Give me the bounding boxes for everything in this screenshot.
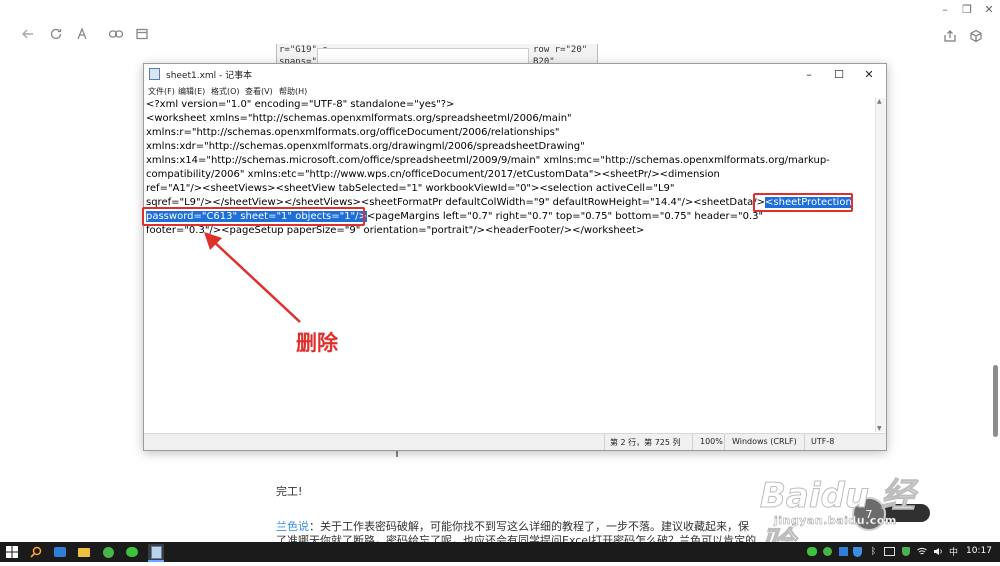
- network-icon[interactable]: [916, 545, 927, 558]
- wechat-icon[interactable]: [124, 544, 140, 560]
- baidu-watermark: Baidu 经验 jingyan.baidu.com: [760, 468, 940, 566]
- notepad-taskbar-icon[interactable]: [148, 544, 164, 560]
- tray-device-icon[interactable]: [884, 545, 895, 558]
- search-icon[interactable]: [28, 544, 44, 560]
- watermark-sub: jingyan.baidu.com: [774, 514, 897, 528]
- tray-app-icon[interactable]: [838, 545, 849, 558]
- annotation-label-delete: 删除: [296, 331, 338, 355]
- windows-start-icon[interactable]: [4, 544, 20, 560]
- ime-language-indicator[interactable]: 中: [948, 545, 959, 558]
- tray-chat-icon[interactable]: [822, 545, 833, 558]
- tray-wechat-icon[interactable]: [806, 545, 817, 558]
- tray-security-icon[interactable]: [900, 545, 911, 558]
- volume-icon[interactable]: [932, 545, 943, 558]
- windows-taskbar: ᛒ 中 10:17: [0, 542, 1000, 562]
- taskbar-clock[interactable]: 10:17: [966, 546, 992, 556]
- tray-shield-icon[interactable]: [852, 545, 863, 558]
- app-chat-icon[interactable]: [100, 544, 116, 560]
- app-folder-icon[interactable]: [76, 544, 92, 560]
- bluetooth-icon[interactable]: ᛒ: [868, 545, 879, 558]
- app-browser-icon[interactable]: [52, 544, 68, 560]
